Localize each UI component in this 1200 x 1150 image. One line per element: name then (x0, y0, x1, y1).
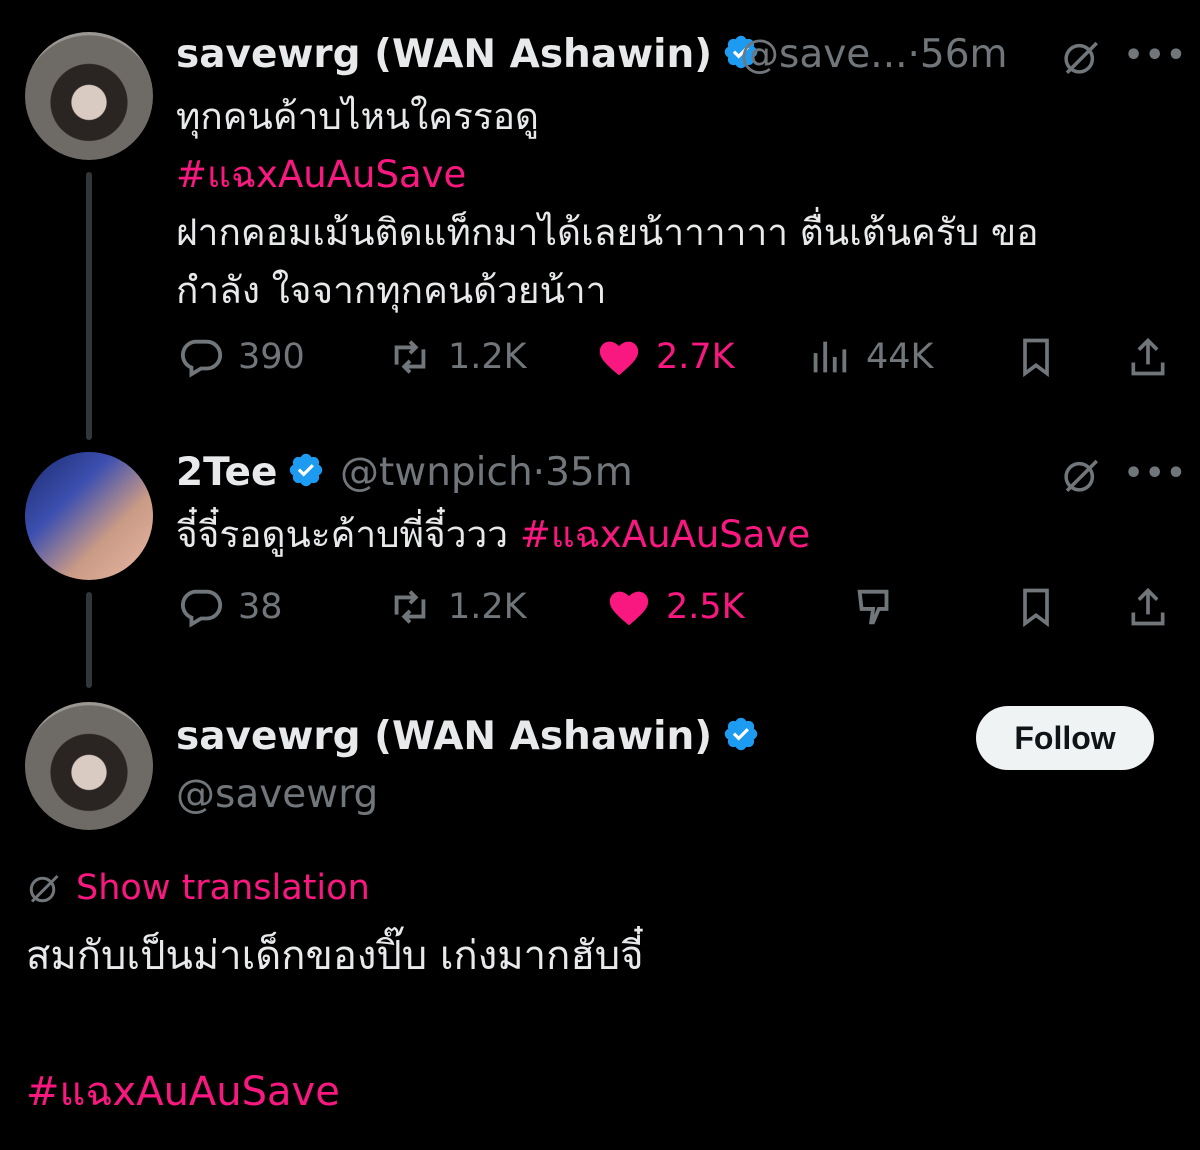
grok-icon (29, 874, 59, 903)
retweet-count: 1.2K (448, 337, 527, 377)
text-line: ทุกคนค้าบไหนใครรอดู (176, 95, 539, 138)
reply-count: 38 (238, 587, 283, 627)
verified-icon (287, 451, 325, 499)
downvote-icon[interactable] (852, 584, 898, 634)
more-icon[interactable]: ••• (1124, 456, 1188, 491)
retweet-icon (394, 340, 426, 374)
handle[interactable]: @save... (740, 32, 907, 77)
main-hashtag-link[interactable]: #แฉxAuAuSave (26, 1062, 340, 1122)
views-count: 44K (866, 337, 934, 377)
grok-icon[interactable] (1060, 454, 1102, 500)
separator: · (532, 450, 546, 495)
like-count: 2.5K (666, 587, 745, 627)
views-button[interactable]: 44K (806, 334, 934, 380)
retweet-button[interactable]: 1.2K (386, 584, 527, 630)
avatar-2tee[interactable] (25, 452, 153, 580)
text-line: จี๋จี๋รอดูนะค้าบพี่จี๋ววว (176, 513, 509, 556)
grok-icon[interactable] (1060, 36, 1102, 82)
verified-icon (722, 715, 760, 763)
reply-icon (181, 339, 223, 378)
like-button[interactable]: 2.5K (606, 584, 745, 630)
avatar-savewrg[interactable] (25, 32, 153, 160)
main-text: สมกับเป็นม่าเด็กของปิ๊บ เก่งมากฮับจี๋ (26, 933, 644, 979)
thread-line-1 (86, 172, 92, 440)
separator: · (907, 32, 920, 77)
timestamp[interactable]: 56m (920, 32, 1008, 77)
avatar-savewrg[interactable] (25, 702, 153, 830)
bookmark-icon[interactable] (1014, 584, 1058, 634)
reply-icon (181, 589, 223, 628)
like-count: 2.7K (656, 337, 735, 377)
author-name[interactable]: savewrg (WAN Ashawin) (176, 714, 712, 759)
hashtag-link[interactable]: #แฉxAuAuSave (520, 513, 810, 556)
show-translation-link[interactable]: Show translation (26, 868, 370, 908)
bookmark-icon[interactable] (1014, 334, 1058, 384)
show-translation-label[interactable]: Show translation (76, 868, 370, 908)
tweet2-text: จี๋จี๋รอดูนะค้าบพี่จี๋ววว #แฉxAuAuSave (176, 506, 1166, 564)
tweet2-author[interactable]: 2Tee (176, 450, 325, 499)
tweet1-author[interactable]: savewrg (WAN Ashawin) (176, 32, 760, 81)
more-icon[interactable]: ••• (1124, 38, 1188, 73)
follow-button[interactable]: Follow (976, 706, 1154, 770)
main-author[interactable]: savewrg (WAN Ashawin) (176, 714, 760, 763)
author-name[interactable]: savewrg (WAN Ashawin) (176, 32, 712, 77)
handle[interactable]: @twnpich (340, 450, 533, 495)
timestamp[interactable]: 35m (545, 450, 633, 495)
thread-line-2 (86, 592, 92, 688)
reply-button[interactable]: 38 (178, 584, 283, 630)
main-handle[interactable]: @savewrg (176, 772, 378, 817)
reply-button[interactable]: 390 (178, 334, 305, 380)
heart-icon (599, 341, 639, 376)
retweet-icon (394, 590, 426, 624)
retweet-button[interactable]: 1.2K (386, 334, 527, 380)
like-button[interactable]: 2.7K (596, 334, 735, 380)
author-name[interactable]: 2Tee (176, 450, 277, 495)
hashtag-link[interactable]: #แฉxAuAuSave (176, 146, 1166, 204)
text-line: กำลัง ใจจากทุกคนด้วยน้าา (176, 269, 607, 312)
share-icon[interactable] (1126, 584, 1170, 634)
tweet1-text: ทุกคนค้าบไหนใครรอดู #แฉxAuAuSave ฝากคอมเ… (176, 88, 1166, 320)
text-line: ฝากคอมเม้นติดแท็กมาได้เลยน้าาาาาา ตื่นเต… (176, 211, 1039, 254)
share-icon[interactable] (1126, 334, 1170, 384)
heart-icon (609, 591, 649, 626)
tweet2-meta: @twnpich·35m (340, 450, 633, 495)
retweet-count: 1.2K (448, 587, 527, 627)
reply-count: 390 (238, 337, 305, 377)
tweet1-meta: @save...·56m (740, 32, 1008, 77)
views-icon (813, 341, 847, 373)
